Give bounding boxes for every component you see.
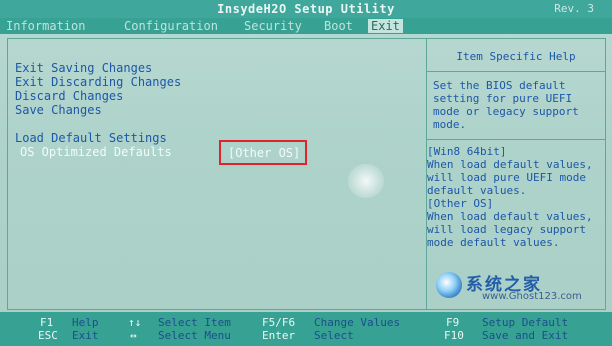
tab-security[interactable]: Security: [244, 19, 302, 33]
key-leftright-desc: Select Menu: [158, 329, 231, 342]
watermark-logo-icon: [436, 272, 462, 298]
tab-information[interactable]: Information: [6, 19, 85, 33]
screen-glare: [348, 164, 384, 198]
key-enter: Enter: [262, 329, 296, 342]
menu-item-os-optimized-defaults[interactable]: OS Optimized Defaults: [20, 145, 172, 159]
key-esc: ESC: [38, 329, 58, 342]
tab-exit[interactable]: Exit: [368, 19, 403, 33]
help-separator: [427, 71, 605, 72]
tab-configuration[interactable]: Configuration: [124, 19, 218, 33]
help-pane: Item Specific Help Set the BIOS default …: [427, 39, 605, 309]
menu-item-discard-changes[interactable]: Discard Changes: [15, 89, 123, 103]
help-line: Set the BIOS default: [433, 79, 566, 92]
help-line: mode or legacy support: [433, 105, 579, 118]
watermark-url: www.Ghost123.com: [482, 291, 582, 302]
menu-item-exit-discarding-changes[interactable]: Exit Discarding Changes: [15, 75, 181, 89]
bios-screen: InsydeH2O Setup Utility Rev. 3 Informati…: [0, 0, 612, 346]
help-line: When load default values,: [427, 158, 593, 171]
key-f1: F1: [40, 316, 54, 329]
menu-item-save-changes[interactable]: Save Changes: [15, 103, 102, 117]
key-f5f6-desc: Change Values: [314, 316, 401, 329]
menu-item-exit-saving-changes[interactable]: Exit Saving Changes: [15, 61, 152, 75]
key-updown-desc: Select Item: [158, 316, 231, 329]
help-line: mode.: [433, 118, 467, 131]
help-title: Item Specific Help: [456, 50, 576, 63]
key-leftright: ↔: [130, 329, 137, 342]
title-bar: InsydeH2O Setup Utility Rev. 3: [0, 0, 612, 18]
help-line: will load legacy support: [427, 223, 586, 236]
app-title: InsydeH2O Setup Utility: [217, 2, 395, 16]
key-esc-desc: Exit: [72, 329, 99, 342]
key-f10: F10: [444, 329, 464, 342]
help-line: When load default values,: [427, 210, 593, 223]
help-line: mode default values.: [427, 236, 560, 249]
help-line: default values.: [427, 184, 527, 197]
tab-boot[interactable]: Boot: [324, 19, 353, 33]
key-legend-bar: F1 Help ESC Exit ↑↓ Select Item ↔ Select…: [0, 312, 612, 346]
help-separator: [427, 139, 605, 140]
key-updown: ↑↓: [128, 316, 142, 329]
help-description: Set the BIOS default setting for pure UE…: [433, 79, 603, 131]
key-f1-desc: Help: [72, 316, 99, 329]
tab-bar: Information Configuration Security Boot …: [0, 18, 612, 34]
watermark: 系统之家 www.Ghost123.com: [436, 270, 586, 304]
help-line: will load pure UEFI mode: [427, 171, 586, 184]
revision-label: Rev. 3: [554, 2, 594, 15]
key-enter-desc: Select: [314, 329, 354, 342]
help-line: [Other OS]: [427, 197, 494, 210]
red-highlight-box: [219, 140, 307, 165]
key-f9-desc: Setup Default: [482, 316, 569, 329]
help-line: setting for pure UEFI: [433, 92, 573, 105]
help-details: [Win8 64bit] When load default values, w…: [427, 145, 605, 249]
key-f5f6: F5/F6: [262, 316, 296, 329]
key-f10-desc: Save and Exit: [482, 329, 569, 342]
menu-item-load-default-settings[interactable]: Load Default Settings: [15, 131, 167, 145]
help-line: [Win8 64bit]: [427, 145, 507, 158]
options-pane: Exit Saving Changes Exit Discarding Chan…: [8, 39, 426, 309]
key-f9: F9: [446, 316, 460, 329]
